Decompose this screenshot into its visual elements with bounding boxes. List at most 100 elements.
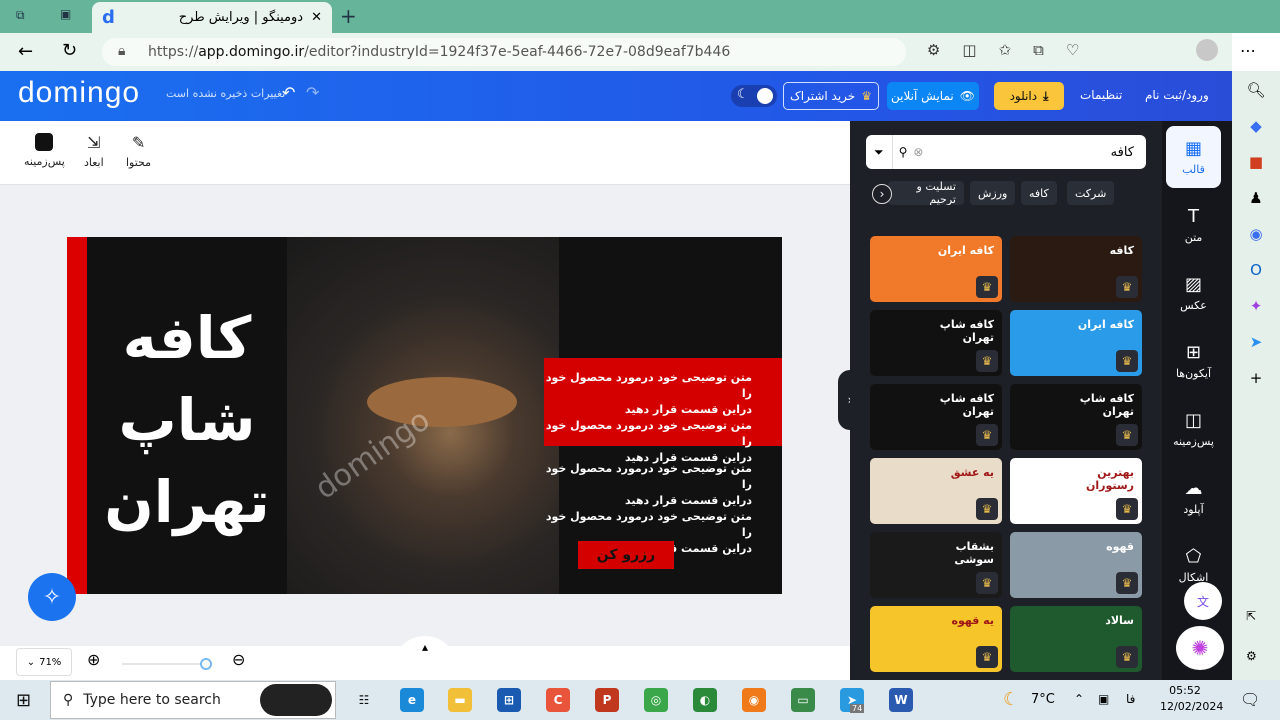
sidebar-item-photo[interactable]: ▨ عکس xyxy=(1166,262,1221,324)
favorites-icon[interactable]: ✩ xyxy=(999,41,1012,59)
browser-tab[interactable]: ✕ دومینگو | ویرایش طرح d xyxy=(92,2,332,33)
app-c-icon[interactable]: C xyxy=(546,688,570,712)
sidebar-settings-icon[interactable]: ⚙ xyxy=(1246,649,1257,663)
sidebar-item-upload[interactable]: ☁ آپلود xyxy=(1166,466,1221,528)
sidebar-item-icons[interactable]: ⊞ آیکون‌ها xyxy=(1166,330,1221,392)
chip-company[interactable]: شرکت xyxy=(1067,181,1115,205)
copilot-button[interactable] xyxy=(260,684,332,716)
chip-sport[interactable]: ورزش xyxy=(970,181,1016,205)
file-explorer-icon[interactable]: ▬ xyxy=(448,688,472,712)
premium-crown-icon: ♛ xyxy=(976,276,998,298)
template-thumbnail[interactable]: کافه شاپ تهران ♛ xyxy=(870,310,1002,376)
send-icon[interactable]: ➤ xyxy=(1250,333,1263,351)
tool-dimensions[interactable]: ⇲ ابعاد xyxy=(84,133,104,169)
copilot-app-icon[interactable]: ◉ xyxy=(1249,225,1262,243)
filter-icon[interactable]: ⏷ xyxy=(866,135,893,169)
clock[interactable]: 05:52 12/02/2024 xyxy=(1160,684,1223,713)
split-screen-icon[interactable]: ◫ xyxy=(962,41,976,59)
workspaces-icon[interactable]: ⧉ xyxy=(16,8,25,23)
theme-toggle[interactable]: ☾ xyxy=(731,85,777,107)
subscribe-button[interactable]: خرید اشتراک ♛ xyxy=(783,82,879,110)
design-canvas[interactable]: کافه شاپ تهران domingo متن توضیحی خود درمو… xyxy=(67,237,782,594)
zoom-out-icon[interactable]: ⊖ xyxy=(232,650,245,669)
url-field[interactable]: 🔒︎ https://app.domingo.ir/editor?industr… xyxy=(102,38,906,66)
language-indicator[interactable]: فا xyxy=(1126,692,1135,706)
designer-icon[interactable]: ✦ xyxy=(1250,297,1263,315)
new-tab-button[interactable]: + xyxy=(340,4,357,28)
undo-icon[interactable]: ↶ xyxy=(282,83,295,102)
refresh-icon[interactable]: ↻ xyxy=(62,40,77,61)
more-icon[interactable]: ⋯ xyxy=(1240,41,1256,60)
sidebar-item-background[interactable]: ◫ پس‌زمینه xyxy=(1166,398,1221,460)
outlook-icon[interactable]: O xyxy=(1250,261,1262,279)
word-icon[interactable]: W xyxy=(889,688,913,712)
chips-scroll-button[interactable]: › xyxy=(872,184,892,204)
app-green-icon[interactable]: ▭ xyxy=(791,688,815,712)
notifications-icon[interactable]: 🗨︎ xyxy=(1240,690,1260,709)
extensions-icon[interactable]: ⚙ xyxy=(927,41,940,59)
network-icon[interactable]: ▣ xyxy=(1098,692,1109,706)
template-thumbnail[interactable]: کافه شاپ تهران ♛ xyxy=(870,384,1002,450)
sidebar-item-template[interactable]: ▦ قالب xyxy=(1166,126,1221,188)
zoom-in-icon[interactable]: ⊕ xyxy=(87,650,100,669)
idm-icon[interactable]: ◐ xyxy=(693,688,717,712)
zoom-slider-handle[interactable] xyxy=(200,658,212,670)
template-thumbnail-text: یه عشق xyxy=(950,466,994,479)
template-thumbnail[interactable]: کافه ایران ♛ xyxy=(870,236,1002,302)
template-thumbnail[interactable]: قهوه ♛ xyxy=(1010,532,1142,598)
search-icon[interactable]: 🔍︎ xyxy=(1246,81,1265,99)
store-icon[interactable]: ⊞ xyxy=(497,688,521,712)
template-thumbnail[interactable]: کافه ایران ♛ xyxy=(1010,310,1142,376)
chip-condolence[interactable]: تسلیت و ترحیم xyxy=(888,181,964,205)
template-search[interactable]: کافه ⊗ ⚲ ⏷ xyxy=(866,135,1146,169)
close-tab-icon[interactable]: ✕ xyxy=(311,10,322,25)
ai-assistant-button[interactable]: ✺ xyxy=(1176,626,1224,670)
login-link[interactable]: ورود/ثبت نام xyxy=(1145,88,1209,102)
redo-icon[interactable]: ↷ xyxy=(306,83,319,102)
shopping-icon[interactable]: ◆ xyxy=(1250,117,1262,135)
template-thumbnail[interactable]: سالاد ♛ xyxy=(1010,606,1142,672)
preview-button[interactable]: نمایش آنلاین 👁︎ xyxy=(887,82,979,110)
external-icon[interactable]: ⇱ xyxy=(1246,609,1256,623)
translate-button[interactable]: 文 xyxy=(1184,582,1222,620)
settings-link[interactable]: تنظیمات xyxy=(1080,88,1122,102)
cafe-photo[interactable]: domingo xyxy=(287,237,559,594)
logo[interactable]: domingo xyxy=(18,76,140,110)
template-thumbnail[interactable]: کافه شاپ تهران ♛ xyxy=(1010,384,1142,450)
windows-start-icon[interactable]: ⊞ xyxy=(16,690,31,711)
app-p-icon[interactable]: P xyxy=(595,688,619,712)
magic-wand-button[interactable]: ✧ xyxy=(28,573,76,621)
tray-chevron-icon[interactable]: ⌃ xyxy=(1074,692,1084,706)
performance-icon[interactable]: ♡ xyxy=(1066,41,1079,59)
zoom-slider[interactable] xyxy=(122,658,212,670)
tools-icon[interactable]: ■ xyxy=(1249,153,1263,171)
task-view-icon[interactable]: ☷ xyxy=(352,688,376,712)
edge-icon[interactable]: e xyxy=(400,688,424,712)
chrome-icon[interactable]: ◎ xyxy=(644,688,668,712)
cta-button[interactable]: رزرو کن xyxy=(578,541,674,569)
design-title[interactable]: کافه شاپ تهران xyxy=(97,297,277,543)
red-text-box[interactable]: متن توضیحی خود درمورد محصول خود را دراین… xyxy=(544,358,782,464)
chip-cafe[interactable]: کافه xyxy=(1021,181,1057,205)
tab-actions-icon[interactable]: ▣ xyxy=(60,7,71,21)
template-thumbnail[interactable]: یه قهوه ♛ xyxy=(870,606,1002,672)
zoom-select[interactable]: ⌄ 71% xyxy=(16,648,72,676)
clear-icon[interactable]: ⊗ xyxy=(913,145,923,159)
add-icon[interactable]: + xyxy=(1250,369,1263,387)
template-thumbnail[interactable]: کافه ♛ xyxy=(1010,236,1142,302)
search-icon[interactable]: ⚲ xyxy=(899,145,908,159)
back-icon[interactable]: ← xyxy=(18,41,33,62)
collections-icon[interactable]: ⧉ xyxy=(1033,41,1044,59)
tool-content[interactable]: ✎ محتوا xyxy=(126,133,151,169)
profile-avatar[interactable] xyxy=(1196,39,1218,61)
search-input[interactable]: کافه xyxy=(923,145,1134,160)
template-thumbnail[interactable]: یه عشق ♛ xyxy=(870,458,1002,524)
template-thumbnail-text: کافه ایران xyxy=(937,244,994,257)
games-icon[interactable]: ♟ xyxy=(1249,189,1262,207)
tool-background[interactable]: پس‌زمینه xyxy=(24,133,65,168)
sidebar-item-text[interactable]: T متن xyxy=(1166,194,1221,256)
template-thumbnail[interactable]: بهترین رستوران ♛ xyxy=(1010,458,1142,524)
firefox-icon[interactable]: ◉ xyxy=(742,688,766,712)
template-thumbnail[interactable]: بشقاب سوشی ♛ xyxy=(870,532,1002,598)
download-button[interactable]: دانلود ⤓ xyxy=(994,82,1064,110)
